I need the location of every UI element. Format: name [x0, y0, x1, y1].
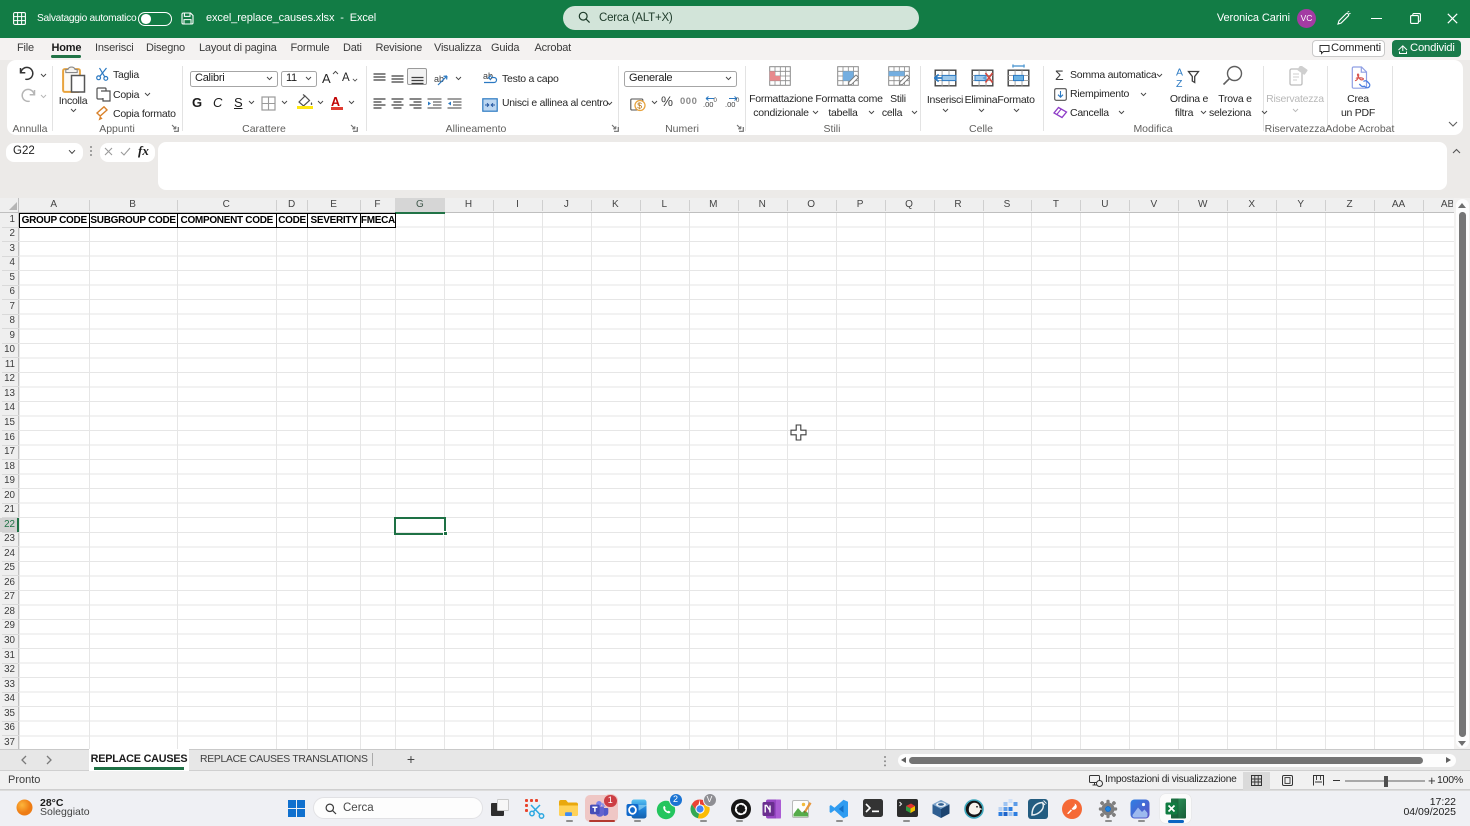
svg-text:A: A: [1176, 67, 1183, 79]
svg-text:ab: ab: [434, 74, 444, 84]
svg-text:ab: ab: [483, 71, 493, 81]
svg-text:Z: Z: [1176, 78, 1183, 88]
svg-text:$: $: [637, 100, 642, 110]
